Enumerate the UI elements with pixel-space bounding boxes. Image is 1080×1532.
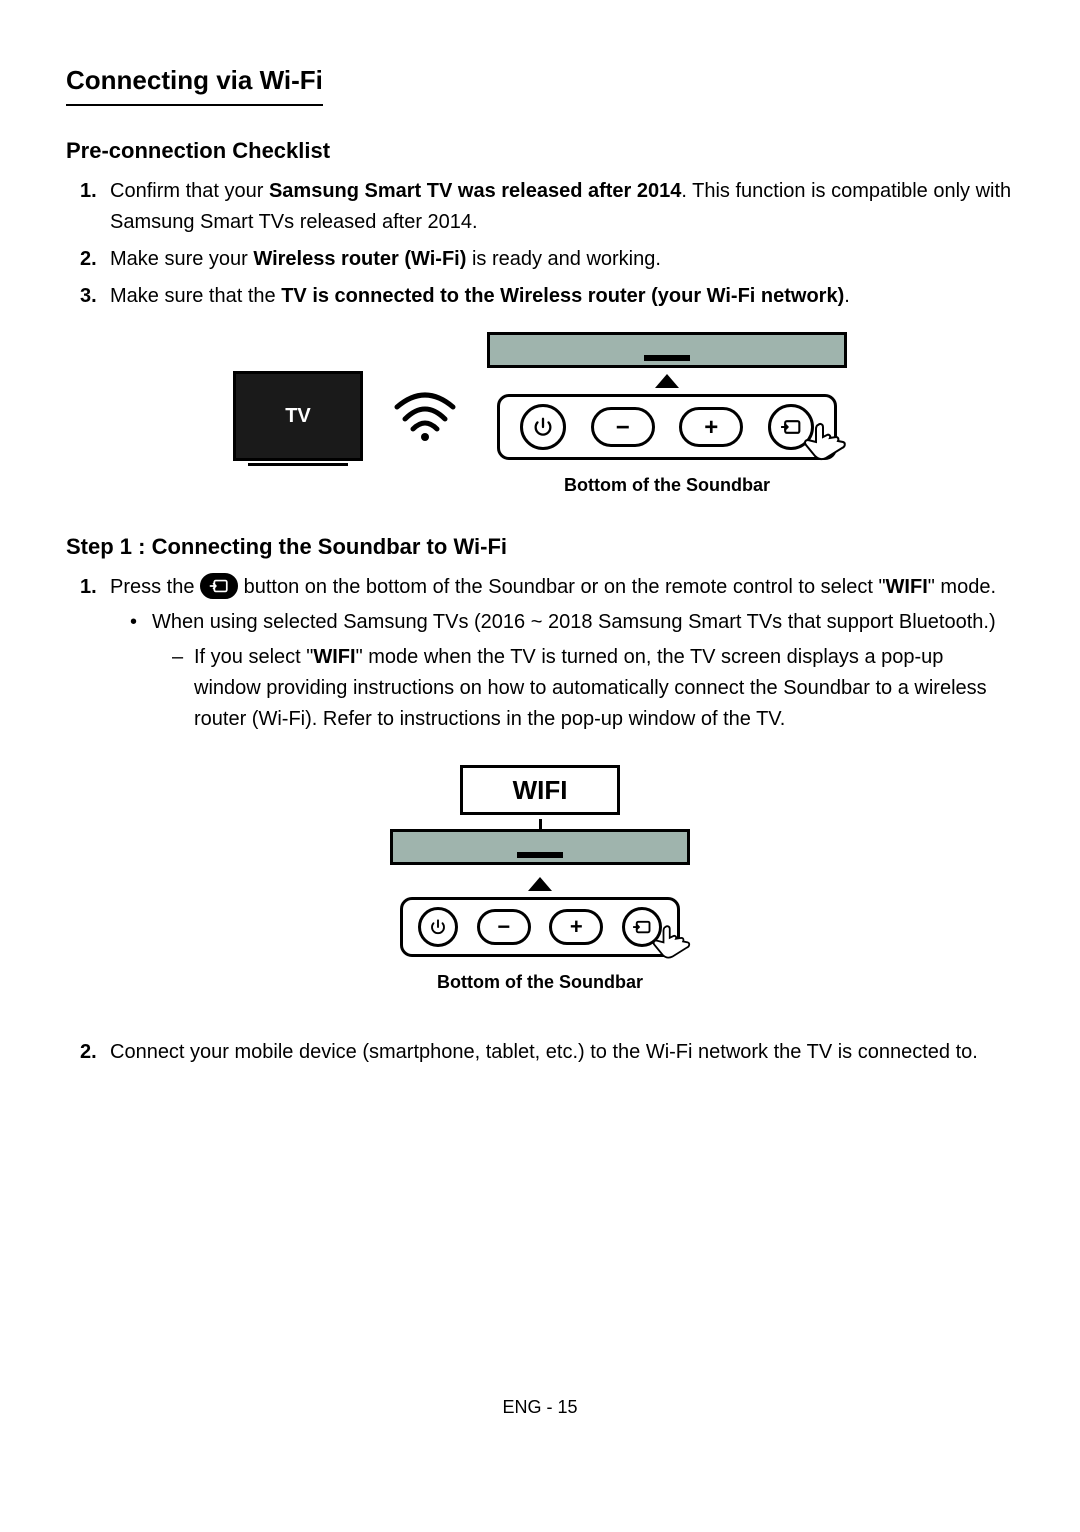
text: Confirm that your — [110, 180, 269, 202]
text: . — [844, 285, 850, 307]
text: button on the bottom of the Soundbar or … — [238, 576, 886, 598]
connector-line — [539, 819, 542, 829]
volume-down-icon: − — [477, 909, 531, 945]
item-number: 1. — [80, 176, 97, 207]
step1-list-cont: 2. Connect your mobile device (smartphon… — [66, 1037, 1014, 1068]
step1-list: 1. Press the button on the bottom of the… — [66, 572, 1014, 735]
soundbar-group: − + Bottom of the Soundbar — [487, 332, 847, 500]
tv-label: TV — [285, 401, 311, 432]
step-item: 2. Connect your mobile device (smartphon… — [80, 1037, 1014, 1068]
text: When using selected Samsung TVs (2016 ~ … — [152, 611, 996, 633]
soundbar-button-panel: − + — [497, 394, 837, 460]
diagram-caption: Bottom of the Soundbar — [564, 472, 770, 500]
bold-text: WIFI — [313, 646, 355, 668]
bold-text: Wireless router (Wi-Fi) — [253, 248, 466, 270]
bold-text: Samsung Smart TV was released after 2014 — [269, 180, 681, 202]
soundbar-icon — [487, 332, 847, 368]
wifi-icon — [393, 389, 457, 443]
bullet-item: When using selected Samsung TVs (2016 ~ … — [130, 607, 1014, 735]
item-number: 2. — [80, 244, 97, 275]
text: Make sure your — [110, 248, 253, 270]
text: Connect your mobile device (smartphone, … — [110, 1041, 978, 1063]
dash-item: If you select "WIFI" mode when the TV is… — [172, 642, 1014, 735]
pre-connection-heading: Pre-connection Checklist — [66, 134, 1014, 168]
text: Make sure that the — [110, 285, 281, 307]
text: If you select " — [194, 646, 313, 668]
checklist-item: 2. Make sure your Wireless router (Wi-Fi… — [80, 244, 1014, 275]
section-title: Connecting via Wi-Fi — [66, 60, 323, 106]
item-number: 3. — [80, 281, 97, 312]
diagram-wifi-mode: WIFI − + Bottom of the Soundbar — [66, 765, 1014, 997]
source-button-icon — [200, 573, 238, 599]
wifi-label-text: WIFI — [513, 770, 568, 810]
hand-pointer-icon — [651, 920, 701, 980]
diagram-caption: Bottom of the Soundbar — [437, 969, 643, 997]
bold-text: TV is connected to the Wireless router (… — [281, 285, 844, 307]
page-footer: ENG - 15 — [66, 1394, 1014, 1422]
checklist-item: 1. Confirm that your Samsung Smart TV wa… — [80, 176, 1014, 238]
text: is ready and working. — [466, 248, 661, 270]
item-number: 1. — [80, 572, 97, 603]
text: " mode. — [928, 576, 996, 598]
volume-up-icon: + — [549, 909, 603, 945]
sub-bullets: When using selected Samsung TVs (2016 ~ … — [110, 607, 1014, 735]
bold-text: WIFI — [886, 576, 928, 598]
power-icon — [520, 404, 566, 450]
wifi-display-label: WIFI — [460, 765, 620, 815]
soundbar-button-panel: − + — [400, 897, 680, 957]
pre-checklist: 1. Confirm that your Samsung Smart TV wa… — [66, 176, 1014, 312]
checklist-item: 3. Make sure that the TV is connected to… — [80, 281, 1014, 312]
volume-down-icon: − — [591, 407, 655, 447]
step1-heading: Step 1 : Connecting the Soundbar to Wi-F… — [66, 530, 1014, 564]
step-item: 1. Press the button on the bottom of the… — [80, 572, 1014, 735]
volume-up-icon: + — [679, 407, 743, 447]
tv-icon: TV — [233, 371, 363, 461]
diagram-tv-wifi-soundbar: TV − + — [66, 332, 1014, 500]
arrow-up-icon — [655, 374, 679, 388]
tv-stand — [248, 463, 348, 473]
item-number: 2. — [80, 1037, 97, 1068]
power-icon — [418, 907, 458, 947]
soundbar-icon — [390, 829, 690, 865]
sub-dash: If you select "WIFI" mode when the TV is… — [152, 642, 1014, 735]
arrow-up-icon — [528, 877, 552, 891]
hand-pointer-icon — [802, 417, 858, 483]
text: Press the — [110, 576, 200, 598]
